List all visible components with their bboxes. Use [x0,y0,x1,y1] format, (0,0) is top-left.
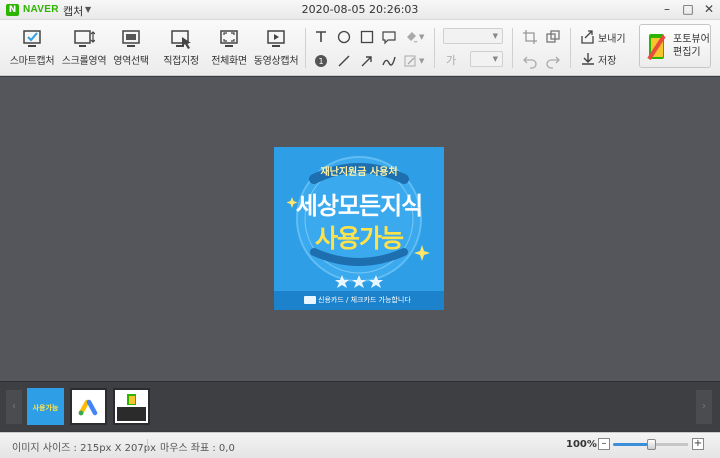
fullscreen-button[interactable]: 전체화면 [203,28,255,70]
svg-text:1: 1 [318,57,323,66]
toolbar-divider [305,28,306,68]
mouse-coordinate-readout: 마우스 좌표 : 0,0 [160,443,235,454]
thumb-label: 사용가능 [32,404,59,412]
video-capture-button[interactable]: 동영상캡처 [250,28,302,70]
status-bar: 이미지 사이즈 : 215px X 207px 마우스 좌표 : 0,0 100… [0,432,720,458]
preview-subheadline: 사용가능 [314,224,404,253]
scroll-area-button[interactable]: 스크롤영역 [58,28,110,70]
photo-editor-label: 포토뷰어 편집기 [673,34,710,58]
fill-color-icon[interactable] [403,29,419,45]
tool-label: 직접지정 [163,56,199,67]
chevron-down-icon: ▼ [492,32,498,40]
zoom-level: 100% [566,439,597,450]
save-button[interactable]: 저장 [598,52,616,67]
ellipse-tool-icon[interactable] [336,29,352,45]
google-ads-logo-icon [78,399,98,416]
minimize-button[interactable]: – [658,2,676,18]
scroll-area-icon [74,30,95,47]
window-title: 2020-08-05 20:26:03 [301,3,419,16]
toolbar-divider [434,28,435,68]
filmstrip: ‹ 사용가능 › [0,381,720,431]
canvas-area[interactable]: 재난지원금 사용처 세상모든지식 사용가능 신용카드 / 체크카드 가능합니다 [0,77,720,381]
tool-label: 스마트캡처 [9,56,55,67]
smart-capture-icon [23,30,41,47]
preview-headline: 세상모든지식 [295,192,423,220]
app-menu[interactable]: 캡처 [63,3,83,19]
chevron-down-icon[interactable]: ▼ [419,33,424,41]
status-divider [147,439,148,451]
area-select-button[interactable]: 영역선택 [105,28,157,70]
filmstrip-prev-button[interactable]: ‹ [6,390,22,424]
save-icon[interactable] [580,51,596,67]
copy-icon[interactable] [545,29,561,45]
captured-image[interactable]: 재난지원금 사용처 세상모든지식 사용가능 신용카드 / 체크카드 가능합니다 [274,147,444,310]
filmstrip-next-button[interactable]: › [696,390,712,424]
preview-badge: 재난지원금 사용처 [320,167,398,178]
freehand-tool-icon[interactable] [381,53,397,69]
font-size-icon: 가 [446,54,457,67]
zoom-slider-rest [651,443,688,446]
filmstrip-thumb[interactable] [70,388,107,425]
video-capture-icon [267,30,285,47]
toolbar-divider [512,28,513,68]
image-size-readout: 이미지 사이즈 : 215px X 207px [12,443,157,454]
naver-logo-icon: N [6,4,19,16]
font-size-select[interactable]: ▼ [470,51,503,67]
area-select-icon [122,30,140,47]
manual-select-button[interactable]: 직접지정 [155,28,207,70]
redo-icon[interactable] [545,53,561,69]
filmstrip-thumb[interactable]: 사용가능 [27,388,64,425]
close-button[interactable]: ✕ [700,2,718,18]
line-tool-icon[interactable] [336,53,352,69]
chevron-down-icon[interactable]: ▼ [85,5,91,14]
manual-select-icon [171,30,191,49]
smart-capture-button[interactable]: 스마트캡처 [6,28,58,70]
zoom-slider[interactable] [613,439,688,450]
chevron-down-icon: ▼ [492,55,498,63]
maximize-button[interactable]: □ [679,2,697,18]
line-color-icon[interactable] [403,53,419,69]
crop-icon[interactable] [522,29,538,45]
tool-label: 전체화면 [211,56,247,67]
toolbar-divider [570,28,571,68]
rectangle-tool-icon[interactable] [359,29,375,45]
photo-editor-icon [647,34,666,61]
app-name: NAVER [23,4,59,15]
font-family-select[interactable]: ▼ [443,28,503,44]
text-tool-icon[interactable] [313,29,329,45]
undo-icon[interactable] [522,53,538,69]
zoom-out-button[interactable]: – [598,438,610,450]
tool-label: 스크롤영역 [61,56,107,67]
tool-label: 동영상캡처 [253,56,299,67]
arrow-tool-icon[interactable] [359,53,375,69]
title-bar: N NAVER 캡처 ▼ 2020-08-05 20:26:03 – □ ✕ [0,0,720,20]
export-icon[interactable] [580,29,596,45]
step-number-tool-icon[interactable]: 1 [313,53,329,69]
speech-bubble-tool-icon[interactable] [381,29,397,45]
filmstrip-thumb[interactable] [113,388,150,425]
export-button[interactable]: 보내기 [598,30,626,45]
zoom-slider-handle[interactable] [647,439,656,450]
preview-footer: 신용카드 / 체크카드 가능합니다 [318,296,411,304]
chevron-down-icon[interactable]: ▼ [419,57,424,65]
fullscreen-icon [220,30,238,47]
zoom-in-button[interactable]: + [692,438,704,450]
toolbar: 스마트캡처 스크롤영역 영역선택 직접지정 전체화면 동영상캡처 ▼ 1 ▼ ▼… [0,20,720,76]
tool-label: 영역선택 [113,56,149,67]
photo-editor-button[interactable]: 포토뷰어 편집기 [639,24,711,68]
